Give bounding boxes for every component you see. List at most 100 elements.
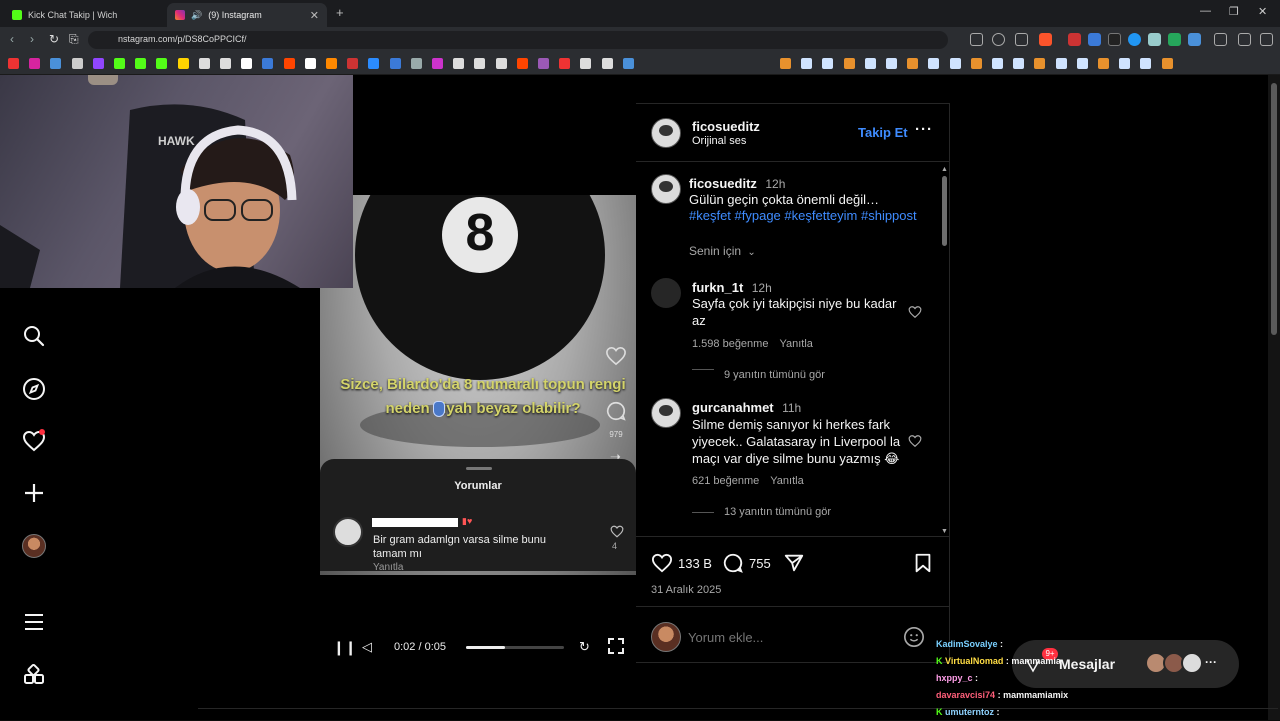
extension-icon[interactable] (1168, 33, 1181, 46)
follow-button[interactable]: Takip Et (858, 125, 908, 140)
add-comment-input[interactable] (688, 626, 888, 648)
extension-icon[interactable] (1088, 33, 1101, 46)
bookmark-favicon-icon[interactable] (198, 58, 210, 69)
share-icon[interactable] (1015, 33, 1028, 46)
comment-like-icon[interactable] (908, 434, 922, 448)
bookmark-favicon-icon[interactable] (432, 58, 443, 69)
comment-like-icon[interactable] (908, 305, 922, 319)
bookmark-favicon-icon[interactable] (622, 58, 634, 69)
view-replies[interactable]: 9 yanıtın tümünü gör (724, 369, 825, 381)
bookmark-favicon-icon[interactable] (516, 58, 528, 69)
comment-user[interactable]: furkn_1t (692, 280, 743, 295)
bookmark-favicon-icon[interactable] (410, 58, 422, 69)
bookmark-favicon-icon[interactable] (114, 58, 125, 69)
forward-button[interactable]: › (30, 32, 34, 46)
comment-reply-button[interactable]: Yanıtla (779, 338, 812, 350)
more-options-icon[interactable]: ··· (915, 121, 933, 138)
bookmark-favicon-icon[interactable] (1161, 58, 1173, 69)
page-scrollbar[interactable] (1268, 75, 1280, 720)
bookmark-favicon-icon[interactable] (29, 58, 41, 69)
author-avatar[interactable] (651, 118, 681, 148)
caption-hashtags[interactable]: #keşfet #fypage #keşfetteyim #shippost (689, 207, 917, 224)
brave-shield-icon[interactable] (1039, 33, 1052, 46)
comment-avatar[interactable] (651, 398, 681, 428)
maximize-button[interactable]: ❐ (1229, 5, 1239, 18)
bookmark-favicon-icon[interactable] (50, 58, 62, 69)
save-bookmark-icon[interactable] (912, 552, 934, 574)
comment-likes[interactable]: 1.598 beğenme (692, 338, 768, 350)
extension-icon[interactable] (1108, 33, 1121, 46)
explore-compass-icon[interactable] (22, 377, 46, 401)
bookmark-favicon-icon[interactable] (177, 58, 189, 69)
bookmark-favicon-icon[interactable] (135, 58, 147, 69)
bookmark-favicon-icon[interactable] (1098, 58, 1109, 69)
bookmark-favicon-icon[interactable] (156, 58, 168, 69)
bookmark-favicon-icon[interactable] (8, 58, 19, 69)
comment-filter[interactable]: Senin için ⌄ (689, 244, 756, 258)
close-tab-icon[interactable]: ✕ (310, 9, 319, 22)
bookmark-favicon-icon[interactable] (864, 58, 876, 69)
bookmark-favicon-icon[interactable] (262, 58, 274, 69)
bookmark-favicon-icon[interactable] (283, 58, 295, 69)
bookmark-favicon-icon[interactable] (1013, 58, 1025, 69)
search-icon[interactable] (22, 324, 46, 348)
bookmark-favicon-icon[interactable] (886, 58, 897, 69)
replay-icon[interactable]: ↻ (579, 639, 590, 655)
comment-likes[interactable]: 621 beğenme (692, 475, 759, 487)
extension-icon[interactable] (1148, 33, 1161, 46)
bookmark-favicon-icon[interactable] (780, 58, 791, 69)
bookmark-favicon-icon[interactable] (220, 58, 231, 69)
tab-instagram[interactable]: 🔊 (9) Instagram ✕ (167, 3, 327, 27)
bookmark-favicon-icon[interactable] (389, 58, 401, 69)
bookmark-favicon-icon[interactable] (1055, 58, 1067, 69)
bookmark-favicon-icon[interactable] (1119, 58, 1131, 69)
bookmark-favicon-icon[interactable] (1140, 58, 1152, 69)
bookmark-favicon-icon[interactable] (801, 58, 813, 69)
bookmark-favicon-icon[interactable] (992, 58, 1003, 69)
extension-icon[interactable] (1068, 33, 1081, 46)
bookmark-icon[interactable]: ⎘ (69, 32, 79, 47)
bookmark-favicon-icon[interactable] (601, 58, 613, 69)
close-window-button[interactable]: ✕ (1258, 5, 1267, 18)
fullscreen-icon[interactable] (608, 638, 624, 654)
caption-avatar[interactable] (651, 174, 681, 204)
bookmark-favicon-icon[interactable] (71, 58, 83, 69)
like-heart-icon[interactable] (651, 553, 673, 573)
bookmark-favicon-icon[interactable] (822, 58, 834, 69)
bookmark-favicon-icon[interactable] (474, 58, 486, 69)
extension-icon[interactable] (1128, 33, 1141, 46)
bookmark-favicon-icon[interactable] (538, 58, 549, 69)
share-paper-plane-icon[interactable] (783, 552, 805, 574)
audio-label[interactable]: Orijinal ses (692, 135, 746, 147)
back-button[interactable]: ‹ (10, 32, 14, 46)
author-name[interactable]: ficosueditz (692, 119, 760, 134)
comment-bubble-icon[interactable] (722, 552, 744, 574)
video-like-icon[interactable] (605, 346, 627, 366)
create-plus-icon[interactable] (22, 481, 46, 505)
reel-video[interactable]: 8 Sizce, Bilardo'da 8 numaralı topun ren… (320, 103, 636, 663)
notifications-heart-icon[interactable] (22, 429, 46, 453)
bookmark-favicon-icon[interactable] (928, 58, 940, 69)
bookmark-favicon-icon[interactable] (453, 58, 465, 69)
cast-icon[interactable] (970, 33, 983, 46)
new-tab-button[interactable]: + (336, 5, 344, 20)
zoom-icon[interactable] (992, 33, 1005, 46)
menu-icon[interactable] (1260, 33, 1273, 46)
bookmark-favicon-icon[interactable] (304, 58, 316, 69)
comment-reply-button[interactable]: Yanıtla (770, 475, 803, 487)
reload-button[interactable]: ↻ (49, 32, 59, 46)
bookmark-favicon-icon[interactable] (580, 58, 592, 69)
inner-comment-like-icon[interactable] (610, 525, 624, 538)
bookmark-favicon-icon[interactable] (347, 58, 359, 69)
view-replies[interactable]: 13 yanıtın tümünü gör (724, 506, 831, 518)
bookmark-favicon-icon[interactable] (970, 58, 982, 69)
comment-count[interactable]: 755 (749, 556, 771, 571)
bookmark-favicon-icon[interactable] (495, 58, 507, 69)
bookmark-favicon-icon[interactable] (843, 58, 855, 69)
video-progress-track[interactable] (466, 646, 564, 649)
extensions-icon[interactable] (1214, 33, 1227, 46)
media-icon[interactable] (1238, 33, 1251, 46)
minimize-button[interactable]: — (1200, 5, 1211, 17)
tab-kick-chat[interactable]: Kick Chat Takip | Wich (4, 3, 166, 27)
bookmark-favicon-icon[interactable] (1076, 58, 1088, 69)
